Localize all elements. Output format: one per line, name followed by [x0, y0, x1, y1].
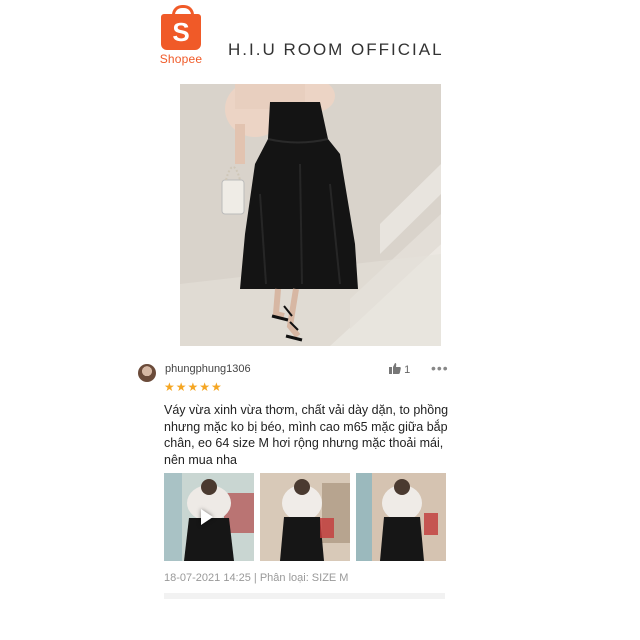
avatar[interactable]: [138, 364, 156, 382]
thumbs-up-icon: [389, 363, 401, 374]
review-video-thumbnail[interactable]: [164, 473, 254, 561]
review-comment: Váy vừa xinh vừa thơm, chất vải dày dặn,…: [164, 403, 449, 467]
review-photo-thumbnail[interactable]: [356, 473, 446, 561]
review-media-image: [356, 473, 446, 561]
shopping-bag-icon: S: [161, 5, 201, 50]
review-media-image: [260, 473, 350, 561]
play-icon: [201, 509, 213, 525]
more-icon[interactable]: •••: [431, 360, 449, 376]
review-username[interactable]: phungphung1306: [165, 363, 251, 375]
rating-stars: ★★★★★: [164, 380, 223, 394]
shopee-logo: S Shopee: [158, 5, 204, 66]
logo-letter: S: [172, 17, 190, 47]
product-photo[interactable]: [180, 84, 441, 346]
review-photo-thumbnail[interactable]: [260, 473, 350, 561]
like-button[interactable]: 1: [389, 363, 410, 376]
shop-name: H.I.U ROOM OFFICIAL: [228, 40, 444, 59]
review-meta: 18-07-2021 14:25 | Phân loại: SIZE M: [164, 572, 349, 584]
like-count: 1: [404, 364, 411, 376]
divider: [164, 593, 445, 599]
logo-text: Shopee: [159, 52, 203, 66]
product-photo-image: [180, 84, 441, 346]
